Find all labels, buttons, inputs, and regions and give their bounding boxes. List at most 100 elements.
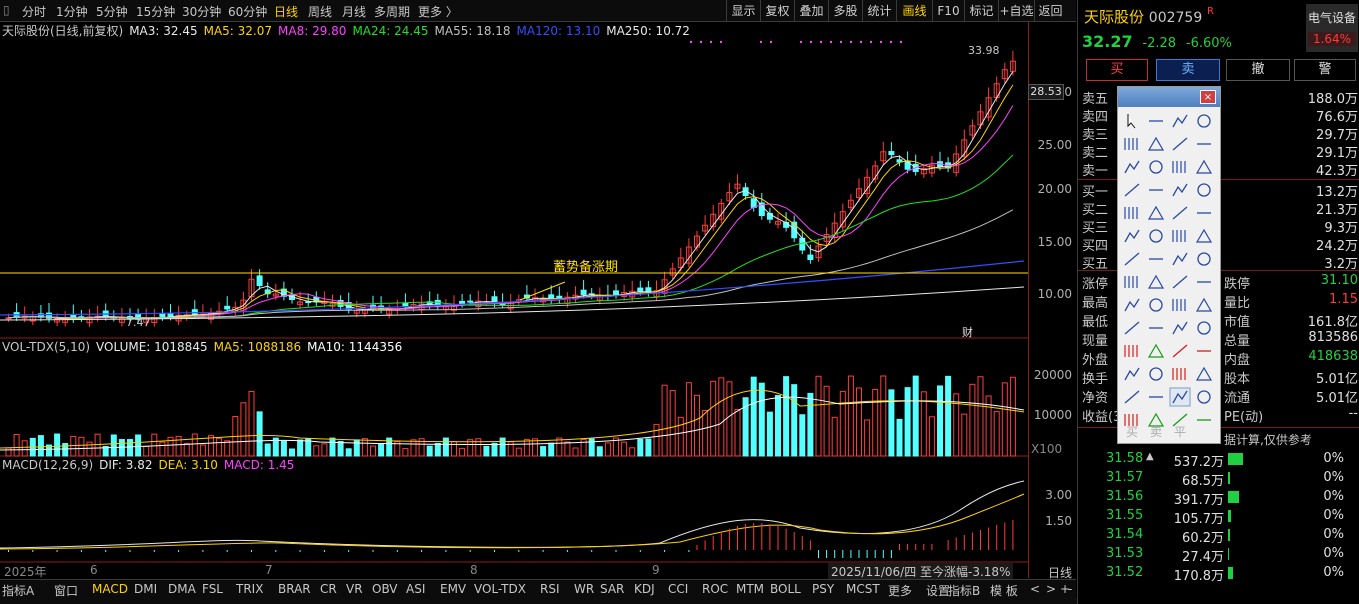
hsegment-icon[interactable] bbox=[1170, 135, 1190, 153]
indicator-tab-23[interactable]: MCST bbox=[846, 582, 880, 596]
period-6[interactable]: 日线 bbox=[274, 3, 298, 20]
tally2-icon[interactable] bbox=[1146, 296, 1166, 314]
finance-event-mark[interactable]: 财 bbox=[962, 325, 973, 339]
indicator-tab-12[interactable]: EMV bbox=[440, 582, 466, 596]
menu-icon[interactable]: ▯ bbox=[3, 3, 10, 17]
bottom-control-3[interactable]: > bbox=[1046, 582, 1056, 596]
channel-icon[interactable] bbox=[1194, 158, 1214, 176]
segment-icon[interactable] bbox=[1146, 112, 1166, 130]
ray-icon[interactable] bbox=[1194, 112, 1214, 130]
period-2[interactable]: 5分钟 bbox=[96, 3, 128, 20]
depth-row[interactable]: 31.57 68.5万 0% bbox=[1078, 469, 1359, 489]
fib-icon[interactable] bbox=[1122, 250, 1142, 268]
toolbar-button-6[interactable]: F10 bbox=[932, 0, 964, 22]
cross-circle-icon[interactable] bbox=[1194, 181, 1214, 199]
sell-button[interactable]: 卖 bbox=[1156, 59, 1220, 81]
indicator-tab-21[interactable]: BOLL bbox=[770, 582, 801, 596]
hray-icon[interactable] bbox=[1194, 135, 1214, 153]
ruler-icon[interactable] bbox=[1146, 388, 1166, 406]
indicator-tab-3[interactable]: DMI bbox=[134, 582, 157, 596]
toolbar-button-4[interactable]: 统计 bbox=[862, 0, 896, 22]
depth-row[interactable]: 31.56 391.7万 0% bbox=[1078, 488, 1359, 508]
indicator-tab-8[interactable]: CR bbox=[320, 582, 337, 596]
vline-icon[interactable] bbox=[1122, 158, 1142, 176]
buy-arrow-icon[interactable] bbox=[1170, 342, 1190, 360]
hline-icon[interactable] bbox=[1146, 135, 1166, 153]
fan-icon[interactable] bbox=[1146, 204, 1166, 222]
buy-button[interactable]: 买 bbox=[1086, 59, 1148, 81]
indicator-tab-6[interactable]: TRIX bbox=[236, 582, 263, 596]
triangle-icon[interactable] bbox=[1170, 319, 1190, 337]
period-3[interactable]: 15分钟 bbox=[136, 3, 175, 20]
period-5[interactable]: 60分钟 bbox=[228, 3, 267, 20]
note-icon[interactable] bbox=[1169, 387, 1191, 407]
wave-icon[interactable] bbox=[1122, 204, 1142, 222]
toolbar-button-8[interactable]: +自选 bbox=[998, 0, 1034, 22]
up-arrow-icon[interactable] bbox=[1122, 342, 1142, 360]
bottom-control-2[interactable]: < bbox=[1030, 582, 1040, 596]
indicator-tab-16[interactable]: SAR bbox=[600, 582, 624, 596]
half-circle-icon[interactable] bbox=[1146, 181, 1166, 199]
toolbar-button-5[interactable]: 画线 bbox=[896, 0, 932, 22]
level-icon[interactable] bbox=[1146, 250, 1166, 268]
bottom-control-5[interactable]: - bbox=[1068, 582, 1072, 596]
text-tool-icon[interactable] bbox=[1122, 365, 1142, 383]
sector-box[interactable]: 电气设备 1.64% bbox=[1306, 4, 1358, 52]
toolbar-button-9[interactable]: 返回 bbox=[1034, 0, 1066, 22]
gann-icon[interactable] bbox=[1170, 250, 1190, 268]
toolbar-button-0[interactable]: 显示 bbox=[726, 0, 760, 22]
depth-row[interactable]: 31.53 27.4万 0% bbox=[1078, 545, 1359, 565]
blank-icon[interactable] bbox=[1194, 411, 1214, 429]
close-icon[interactable]: × bbox=[1200, 90, 1216, 104]
pattern-icon[interactable] bbox=[1122, 227, 1142, 245]
bars2-icon[interactable] bbox=[1194, 273, 1214, 291]
indicator-tab-7[interactable]: BRAR bbox=[278, 582, 311, 596]
depth-row[interactable]: 31.58 ▲ 537.2万 0% bbox=[1078, 450, 1359, 470]
indicator-tab-17[interactable]: KDJ bbox=[634, 582, 655, 596]
bracket-icon[interactable] bbox=[1122, 273, 1142, 291]
depth-row[interactable]: 31.52 170.8万 0% bbox=[1078, 564, 1359, 584]
indicator-tab-13[interactable]: VOL-TDX bbox=[474, 582, 526, 596]
zigzag-icon[interactable] bbox=[1170, 204, 1190, 222]
price-label-icon[interactable] bbox=[1146, 158, 1166, 176]
extend-line-icon[interactable] bbox=[1122, 135, 1142, 153]
gs-icon[interactable] bbox=[1194, 227, 1214, 245]
indicator-tab-15[interactable]: WR bbox=[574, 582, 594, 596]
period-4[interactable]: 30分钟 bbox=[182, 3, 221, 20]
toolbox-titlebar[interactable]: × bbox=[1118, 87, 1220, 107]
ga-icon[interactable] bbox=[1170, 227, 1190, 245]
period-0[interactable]: 分时 bbox=[22, 3, 46, 20]
period-7[interactable]: 周线 bbox=[308, 3, 332, 20]
indicator-tab-19[interactable]: ROC bbox=[702, 582, 728, 596]
cycle-icon[interactable] bbox=[1194, 250, 1214, 268]
cross-icon[interactable] bbox=[1170, 365, 1190, 383]
toolbox-buy-label[interactable]: 买 bbox=[1126, 423, 1138, 440]
toolbar-button-2[interactable]: 叠加 bbox=[794, 0, 828, 22]
list-icon[interactable] bbox=[1122, 388, 1142, 406]
grid-icon[interactable] bbox=[1170, 273, 1190, 291]
bars-icon[interactable] bbox=[1146, 273, 1166, 291]
toolbox-sell-label[interactable]: 卖 bbox=[1150, 423, 1162, 440]
circle-icon[interactable] bbox=[1170, 181, 1190, 199]
alert-button[interactable]: 警 bbox=[1294, 59, 1356, 81]
line-icon[interactable] bbox=[1170, 112, 1190, 130]
indicator-tab-10[interactable]: OBV bbox=[372, 582, 398, 596]
stop-icon[interactable] bbox=[1146, 365, 1166, 383]
depth-row[interactable]: 31.55 105.7万 0% bbox=[1078, 507, 1359, 527]
gp-icon[interactable] bbox=[1146, 227, 1166, 245]
toolbar-button-3[interactable]: 多股 bbox=[828, 0, 862, 22]
indicator-tab-2[interactable]: MACD bbox=[92, 582, 128, 596]
indicator-tab-14[interactable]: RSI bbox=[540, 582, 560, 596]
indicator-tab-18[interactable]: CCI bbox=[668, 582, 688, 596]
toolbox-flat-label[interactable]: 平 bbox=[1174, 423, 1186, 440]
period-9[interactable]: 多周期 bbox=[374, 3, 410, 20]
parallel-icon[interactable] bbox=[1170, 158, 1190, 176]
trend-fan-icon[interactable] bbox=[1122, 319, 1142, 337]
cursor-icon[interactable] bbox=[1122, 112, 1142, 130]
indicator-tab-11[interactable]: ASI bbox=[406, 582, 425, 596]
down-arrow-icon[interactable] bbox=[1146, 319, 1166, 337]
toolbar-button-7[interactable]: 标记 bbox=[964, 0, 998, 22]
depth-row[interactable]: 31.54 60.2万 0% bbox=[1078, 526, 1359, 546]
rect-icon[interactable] bbox=[1194, 319, 1214, 337]
angle-icon[interactable] bbox=[1194, 296, 1214, 314]
